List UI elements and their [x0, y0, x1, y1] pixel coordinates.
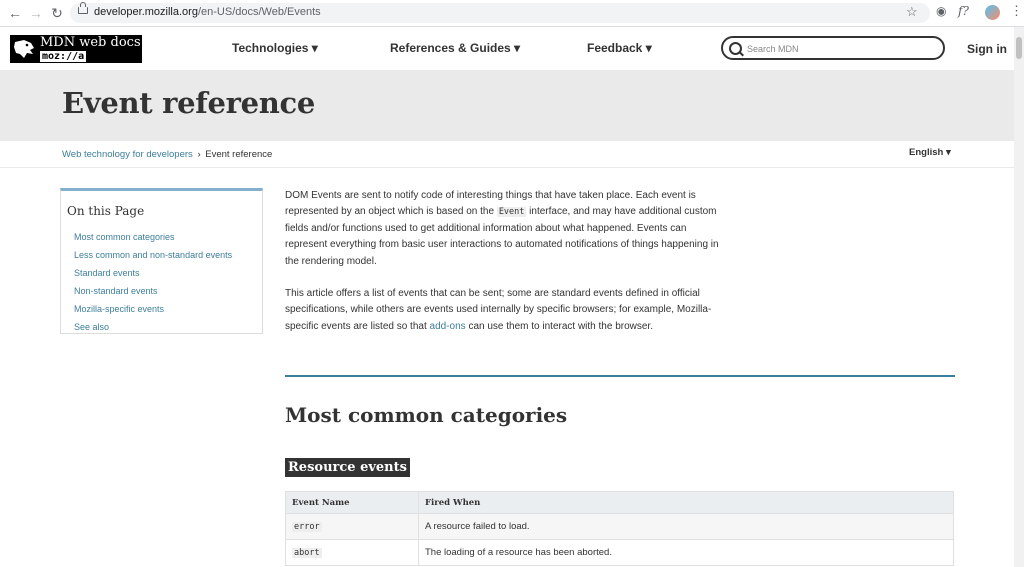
mdn-logo[interactable]: MDN web docs moz://a: [10, 35, 142, 63]
intro-paragraph: This article offers a list of events tha…: [285, 288, 712, 332]
menu-references-guides[interactable]: References & Guides ▾: [390, 41, 520, 55]
search-box[interactable]: [721, 36, 945, 60]
title-banner: Event reference: [0, 70, 1014, 141]
breadcrumb-current: Event reference: [205, 149, 273, 160]
mozilla-wordmark: moz://a: [40, 51, 87, 62]
function-extension-icon[interactable]: f?: [958, 4, 969, 18]
bookmark-star-icon[interactable]: ☆: [906, 4, 918, 20]
menu-technologies[interactable]: Technologies ▾: [232, 41, 318, 55]
camera-icon[interactable]: ◉: [936, 4, 946, 18]
column-header: Event Name: [285, 491, 419, 514]
profile-avatar[interactable]: [985, 5, 1000, 20]
toc-item[interactable]: Mozilla-specific events: [74, 300, 232, 318]
section-heading: Most common categories: [285, 403, 568, 427]
event-name-code[interactable]: abort: [292, 548, 322, 558]
event-name-cell: abort: [285, 539, 419, 566]
menu-feedback[interactable]: Feedback ▾: [587, 41, 652, 55]
table-header-row: Event Name Fired When: [285, 491, 954, 514]
add-ons-link[interactable]: add-ons: [430, 321, 466, 332]
toc-title: On this Page: [67, 204, 145, 218]
lock-icon: [78, 2, 88, 14]
back-icon[interactable]: ←: [6, 4, 24, 22]
logo-title: MDN web docs: [40, 35, 141, 50]
event-interface-code[interactable]: Event: [496, 207, 527, 218]
dinosaur-head-icon: [14, 40, 34, 58]
toc-item[interactable]: See also: [74, 318, 232, 336]
browser-toolbar: ← → ↻ developer.mozilla.org/en-US/docs/W…: [0, 0, 1024, 27]
site-header: MDN web docs moz://a Technologies ▾ Refe…: [0, 27, 1014, 70]
sign-in-link[interactable]: Sign in: [967, 42, 1007, 56]
event-description-cell: The loading of a resource has been abort…: [418, 539, 954, 566]
event-name-code[interactable]: error: [292, 522, 322, 532]
on-this-page-toc: On this Page Most common categories Less…: [60, 188, 263, 334]
intro-paragraph: DOM Events are sent to notify code of in…: [285, 190, 719, 267]
page-title: Event reference: [62, 86, 316, 120]
forward-icon[interactable]: →: [27, 4, 45, 22]
reload-icon[interactable]: ↻: [48, 4, 66, 22]
breadcrumb-separator: ›: [197, 149, 201, 160]
toc-item[interactable]: Less common and non-standard events: [74, 246, 232, 264]
breadcrumb-bar: Web technology for developers › Event re…: [0, 141, 1014, 168]
table-row: error A resource failed to load.: [285, 513, 954, 540]
toc-item[interactable]: Most common categories: [74, 228, 232, 246]
breadcrumb: Web technology for developers › Event re…: [62, 149, 272, 160]
resource-events-table: Event Name Fired When error A resource f…: [285, 491, 954, 566]
article-intro: DOM Events are sent to notify code of in…: [285, 188, 725, 351]
url-text[interactable]: developer.mozilla.org/en-US/docs/Web/Eve…: [94, 6, 321, 18]
page-scrollbar[interactable]: [1014, 27, 1024, 567]
toc-list: Most common categories Less common and n…: [74, 228, 232, 336]
language-selector[interactable]: English ▾: [909, 147, 951, 158]
search-icon: [729, 42, 742, 55]
toc-item[interactable]: Non-standard events: [74, 282, 232, 300]
toc-item[interactable]: Standard events: [74, 264, 232, 282]
column-header: Fired When: [418, 491, 954, 514]
menu-kebab-icon[interactable]: ⋮: [1010, 3, 1023, 19]
subsection-heading: Resource events: [285, 458, 410, 477]
breadcrumb-parent-link[interactable]: Web technology for developers: [62, 149, 193, 160]
scrollbar-thumb[interactable]: [1016, 37, 1022, 59]
address-bar[interactable]: developer.mozilla.org/en-US/docs/Web/Eve…: [70, 2, 930, 23]
event-description-cell: A resource failed to load.: [418, 513, 954, 540]
section-divider: [285, 375, 955, 377]
table-row: abort The loading of a resource has been…: [285, 539, 954, 566]
event-name-cell: error: [285, 513, 419, 540]
search-input[interactable]: [745, 40, 939, 58]
